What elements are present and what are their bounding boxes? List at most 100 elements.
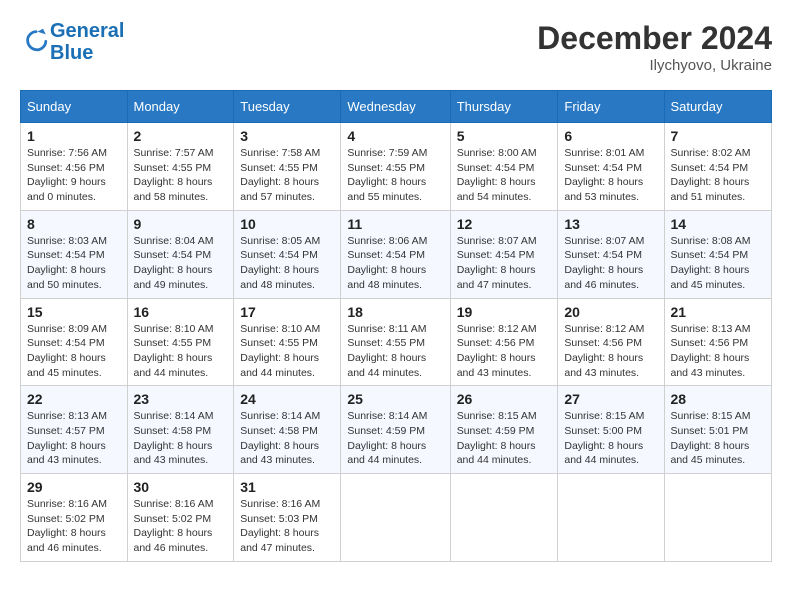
day-header-friday: Friday [558,91,664,123]
week-row-2: 8 Sunrise: 8:03 AM Sunset: 4:54 PM Daylig… [21,210,772,298]
day-cell: 15Sunrise: 8:09 AM Sunset: 4:54 PM Dayli… [21,298,128,386]
day-number: 23 [134,391,228,407]
calendar-table: SundayMondayTuesdayWednesdayThursdayFrid… [20,90,772,562]
day-number: 11 [347,216,443,232]
day-info: Sunrise: 8:04 AM Sunset: 4:54 PM Dayligh… [134,234,228,293]
day-cell: 31 Sunrise: 8:16 AM Sunset: 5:03 PM Dayli… [234,474,341,562]
day-info: Sunrise: 8:03 AM Sunset: 4:54 PM Dayligh… [27,234,121,293]
logo-icon [22,26,50,54]
day-cell: 30 Sunrise: 8:16 AM Sunset: 5:02 PM Dayli… [127,474,234,562]
day-info: Sunrise: 7:57 AM Sunset: 4:55 PM Dayligh… [134,146,228,205]
day-header-thursday: Thursday [450,91,558,123]
day-info: Sunrise: 8:14 AM Sunset: 4:58 PM Dayligh… [240,409,334,468]
day-cell: 5 Sunrise: 8:00 AM Sunset: 4:54 PM Daylig… [450,123,558,211]
day-number: 20 [564,304,657,320]
day-info: Sunrise: 8:14 AM Sunset: 4:58 PM Dayligh… [134,409,228,468]
day-cell: 16Sunrise: 8:10 AM Sunset: 4:55 PM Dayli… [127,298,234,386]
day-cell: 8 Sunrise: 8:03 AM Sunset: 4:54 PM Daylig… [21,210,128,298]
day-header-wednesday: Wednesday [341,91,450,123]
day-cell: 26 Sunrise: 8:15 AM Sunset: 4:59 PM Dayli… [450,386,558,474]
day-number: 6 [564,128,657,144]
day-info: Sunrise: 8:16 AM Sunset: 5:03 PM Dayligh… [240,497,334,556]
day-header-saturday: Saturday [664,91,772,123]
day-number: 13 [564,216,657,232]
day-number: 28 [671,391,766,407]
day-info: Sunrise: 8:01 AM Sunset: 4:54 PM Dayligh… [564,146,657,205]
logo-text: General Blue [50,20,124,64]
day-info: Sunrise: 8:12 AM Sunset: 4:56 PM Dayligh… [457,322,552,381]
day-number: 18 [347,304,443,320]
week-row-4: 22 Sunrise: 8:13 AM Sunset: 4:57 PM Dayli… [21,386,772,474]
day-cell: 28 Sunrise: 8:15 AM Sunset: 5:01 PM Dayli… [664,386,772,474]
day-info: Sunrise: 8:15 AM Sunset: 5:01 PM Dayligh… [671,409,766,468]
day-cell [664,474,772,562]
day-info: Sunrise: 8:06 AM Sunset: 4:54 PM Dayligh… [347,234,443,293]
day-number: 10 [240,216,334,232]
day-cell: 17 Sunrise: 8:10 AM Sunset: 4:55 PM Dayli… [234,298,341,386]
day-info: Sunrise: 8:10 AM Sunset: 4:55 PM Dayligh… [240,322,334,381]
day-info: Sunrise: 8:15 AM Sunset: 5:00 PM Dayligh… [564,409,657,468]
day-cell: 9 Sunrise: 8:04 AM Sunset: 4:54 PM Daylig… [127,210,234,298]
day-cell: 4 Sunrise: 7:59 AM Sunset: 4:55 PM Daylig… [341,123,450,211]
day-number: 5 [457,128,552,144]
day-cell: 29 Sunrise: 8:16 AM Sunset: 5:02 PM Dayli… [21,474,128,562]
day-number: 25 [347,391,443,407]
day-number: 26 [457,391,552,407]
day-number: 4 [347,128,443,144]
day-number: 16 [134,304,228,320]
day-number: 22 [27,391,121,407]
day-cell: 11 Sunrise: 8:06 AM Sunset: 4:54 PM Dayli… [341,210,450,298]
day-info: Sunrise: 8:15 AM Sunset: 4:59 PM Dayligh… [457,409,552,468]
week-row-1: 1 Sunrise: 7:56 AM Sunset: 4:56 PM Daylig… [21,123,772,211]
day-number: 7 [671,128,766,144]
day-cell [341,474,450,562]
day-number: 21 [671,304,766,320]
day-info: Sunrise: 8:05 AM Sunset: 4:54 PM Dayligh… [240,234,334,293]
day-info: Sunrise: 7:56 AM Sunset: 4:56 PM Dayligh… [27,146,121,205]
page-header: General Blue December 2024 Ilychyovo, Uk… [20,20,772,74]
location: Ilychyovo, Ukraine [537,57,772,74]
day-cell [450,474,558,562]
day-cell: 19Sunrise: 8:12 AM Sunset: 4:56 PM Dayli… [450,298,558,386]
week-row-5: 29 Sunrise: 8:16 AM Sunset: 5:02 PM Dayli… [21,474,772,562]
day-number: 9 [134,216,228,232]
day-cell: 6 Sunrise: 8:01 AM Sunset: 4:54 PM Daylig… [558,123,664,211]
day-number: 3 [240,128,334,144]
day-info: Sunrise: 8:11 AM Sunset: 4:55 PM Dayligh… [347,322,443,381]
day-info: Sunrise: 8:07 AM Sunset: 4:54 PM Dayligh… [457,234,552,293]
day-header-tuesday: Tuesday [234,91,341,123]
month-title: December 2024 [537,20,772,57]
day-cell: 12 Sunrise: 8:07 AM Sunset: 4:54 PM Dayli… [450,210,558,298]
header-row: SundayMondayTuesdayWednesdayThursdayFrid… [21,91,772,123]
day-number: 1 [27,128,121,144]
day-info: Sunrise: 7:59 AM Sunset: 4:55 PM Dayligh… [347,146,443,205]
day-info: Sunrise: 8:16 AM Sunset: 5:02 PM Dayligh… [27,497,121,556]
logo: General Blue [20,20,124,64]
day-header-monday: Monday [127,91,234,123]
week-row-3: 15Sunrise: 8:09 AM Sunset: 4:54 PM Dayli… [21,298,772,386]
day-info: Sunrise: 8:02 AM Sunset: 4:54 PM Dayligh… [671,146,766,205]
day-cell: 23 Sunrise: 8:14 AM Sunset: 4:58 PM Dayli… [127,386,234,474]
day-cell [558,474,664,562]
day-number: 8 [27,216,121,232]
day-cell: 1 Sunrise: 7:56 AM Sunset: 4:56 PM Daylig… [21,123,128,211]
day-cell: 25 Sunrise: 8:14 AM Sunset: 4:59 PM Dayli… [341,386,450,474]
day-number: 2 [134,128,228,144]
day-info: Sunrise: 8:13 AM Sunset: 4:57 PM Dayligh… [27,409,121,468]
day-cell: 21Sunrise: 8:13 AM Sunset: 4:56 PM Dayli… [664,298,772,386]
day-cell: 20Sunrise: 8:12 AM Sunset: 4:56 PM Dayli… [558,298,664,386]
day-number: 15 [27,304,121,320]
day-number: 29 [27,479,121,495]
day-number: 12 [457,216,552,232]
day-info: Sunrise: 8:16 AM Sunset: 5:02 PM Dayligh… [134,497,228,556]
day-info: Sunrise: 8:00 AM Sunset: 4:54 PM Dayligh… [457,146,552,205]
day-cell: 14Sunrise: 8:08 AM Sunset: 4:54 PM Dayli… [664,210,772,298]
day-number: 31 [240,479,334,495]
day-cell: 3Sunrise: 7:58 AM Sunset: 4:55 PM Daylig… [234,123,341,211]
day-info: Sunrise: 8:08 AM Sunset: 4:54 PM Dayligh… [671,234,766,293]
day-info: Sunrise: 8:14 AM Sunset: 4:59 PM Dayligh… [347,409,443,468]
day-info: Sunrise: 8:07 AM Sunset: 4:54 PM Dayligh… [564,234,657,293]
day-number: 27 [564,391,657,407]
day-number: 30 [134,479,228,495]
day-number: 17 [240,304,334,320]
